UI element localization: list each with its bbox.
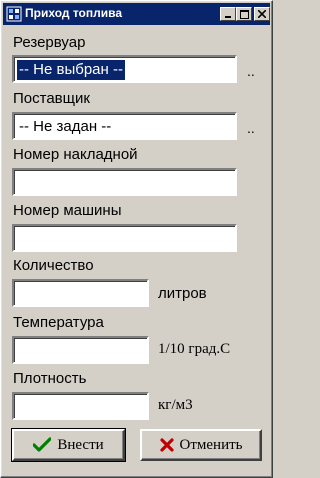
minimize-button[interactable] [220,7,236,21]
reservoir-browse-button[interactable]: .. [247,63,255,79]
cross-icon [159,438,174,452]
checkmark-icon [33,437,52,452]
density-field [12,392,149,420]
temperature-input[interactable] [16,339,147,361]
density-input[interactable] [16,395,147,417]
vehicle-field [12,224,237,252]
density-label: Плотность [13,370,87,387]
reservoir-selected-value: -- Не выбран -- [17,60,125,80]
window-title: Приход топлива [25,6,123,20]
reservoir-select[interactable]: -- Не выбран -- [12,55,237,83]
vehicle-label: Номер машины [13,202,122,219]
invoice-field [12,168,237,196]
cancel-button[interactable]: Отменить [140,429,262,461]
title-bar[interactable]: Приход топлива [3,3,270,25]
supplier-selected-value: -- Не задан -- [19,118,112,135]
supplier-select[interactable]: -- Не задан -- [12,112,237,140]
maximize-button[interactable] [236,7,252,21]
submit-button-label: Внести [57,436,104,453]
maximize-icon [239,9,249,19]
submit-button[interactable]: Внести [11,428,126,462]
quantity-input[interactable] [16,282,147,304]
supplier-browse-button[interactable]: .. [247,120,255,136]
close-button[interactable] [254,7,270,21]
minimize-icon [225,16,231,18]
temperature-field [12,336,149,364]
invoice-label: Номер накладной [13,146,138,163]
quantity-label: Количество [13,257,94,274]
app-grid-icon [6,6,22,22]
invoice-input[interactable] [16,171,235,193]
close-icon [258,10,266,18]
fuel-intake-window: Приход топлива Резервуар -- Не выбран --… [0,0,273,478]
supplier-label: Поставщик [13,90,90,107]
quantity-unit: литров [158,285,207,302]
cancel-button-label: Отменить [179,436,243,453]
temperature-unit: 1/10 град.С [158,341,231,357]
reservoir-label: Резервуар [13,34,86,51]
quantity-field [12,279,149,307]
vehicle-number-input[interactable] [16,227,235,249]
temperature-label: Температура [13,314,104,331]
density-unit: кг/м3 [158,397,193,413]
